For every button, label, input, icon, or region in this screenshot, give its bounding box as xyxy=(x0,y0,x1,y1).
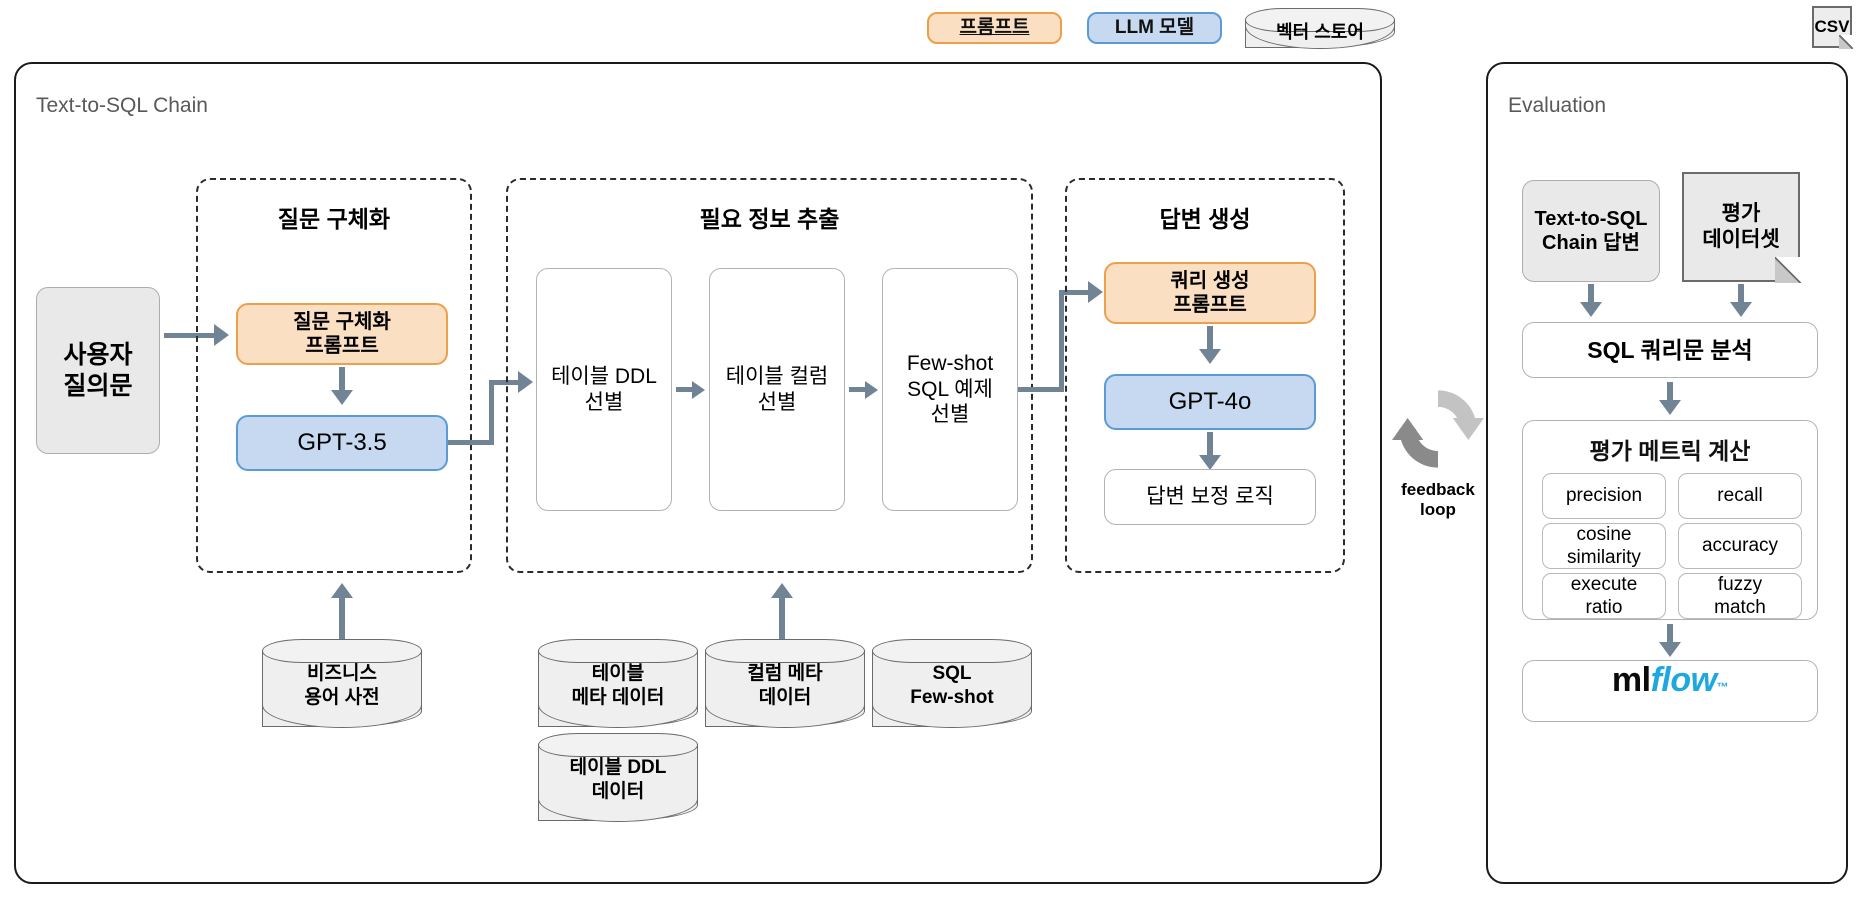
node-gpt-4o: GPT-4o xyxy=(1104,374,1316,430)
arrow-analysis-to-metrics-head xyxy=(1659,400,1681,415)
legend-prompt-chip: 프롬프트 xyxy=(927,12,1062,44)
metric-chip-fuzzy-match: fuzzy match xyxy=(1678,573,1802,619)
legend-vector-store-cylinder: 벡터 스토어 xyxy=(1245,8,1395,49)
node-fewshot-sql-selection-label: Few-shot SQL 예제 선별 xyxy=(906,352,994,427)
group-answer-generation-title: 답변 생성 xyxy=(1159,206,1251,232)
store-sql-fewshot: SQL Few-shot xyxy=(872,639,1032,728)
legend-vector-store-label: 벡터 스토어 xyxy=(1276,21,1364,42)
arrow-eval-dataset-to-analysis-head xyxy=(1730,302,1752,317)
node-query-generation-prompt-label: 쿼리 생성 프롬프트 xyxy=(1170,269,1250,316)
node-eval-dataset-label: 평가 데이터셋 xyxy=(1702,201,1780,251)
arrow-stores-to-group2-line xyxy=(779,595,785,639)
diagram-canvas: 프롬프트 LLM 모델 벡터 스토어 CSV Text-to-SQL Chain… xyxy=(0,0,1862,898)
node-query-generation-prompt: 쿼리 생성 프롬프트 xyxy=(1104,262,1316,324)
feedback-loop-label: feedback loop xyxy=(1401,480,1475,520)
group-question-refinement-title: 질문 구체화 xyxy=(277,206,391,232)
group-question-refinement xyxy=(196,178,472,573)
user-question-label: 사용자 질의문 xyxy=(63,341,133,400)
node-sql-query-analysis-label: SQL 쿼리문 분석 xyxy=(1587,336,1753,363)
node-answer-correction-logic-label: 답변 보정 로직 xyxy=(1146,485,1274,509)
connector-gpt35-to-ddl-h1 xyxy=(448,440,494,445)
node-chain-answer-label: Text-to-SQL Chain 답변 xyxy=(1534,207,1648,254)
store-column-metadata: 컬럼 메타 데이터 xyxy=(705,639,865,728)
node-answer-correction-logic: 답변 보정 로직 xyxy=(1104,469,1316,525)
metric-chip-accuracy: accuracy xyxy=(1678,523,1802,569)
store-table-ddl-data-label: 테이블 DDL 데이터 xyxy=(569,757,667,802)
node-table-ddl-selection-label: 테이블 DDL 선별 xyxy=(551,364,657,414)
legend-prompt-label: 프롬프트 xyxy=(959,17,1030,39)
store-sql-fewshot-label: SQL Few-shot xyxy=(910,663,994,708)
arrow-metrics-to-mlflow-head xyxy=(1659,642,1681,657)
node-eval-dataset: 평가 데이터셋 xyxy=(1682,172,1801,283)
store-business-glossary: 비즈니스 용어 사전 xyxy=(262,639,422,728)
group-info-extraction-title: 필요 정보 추출 xyxy=(699,206,840,232)
arrow-gpt4o-to-correction-head xyxy=(1199,455,1221,470)
store-column-metadata-label: 컬럼 메타 데이터 xyxy=(747,663,823,708)
feedback-loop-icon xyxy=(1392,390,1484,468)
node-gpt-4o-label: GPT-4o xyxy=(1168,388,1252,416)
node-question-refinement-prompt: 질문 구체화 프롬프트 xyxy=(236,303,448,365)
node-sql-query-analysis: SQL 쿼리문 분석 xyxy=(1522,322,1818,378)
legend-llm-label: LLM 모델 xyxy=(1114,17,1195,39)
store-table-metadata-label: 테이블 메타 데이터 xyxy=(571,663,665,708)
arrow-chain-answer-to-analysis-head xyxy=(1580,302,1602,317)
node-mlflow-logo: ml flow ™ xyxy=(1522,660,1818,722)
metric-chip-precision: precision xyxy=(1542,473,1666,519)
metric-chip-recall: recall xyxy=(1678,473,1802,519)
arrow-prompt-to-gpt35-head xyxy=(331,390,353,405)
store-business-glossary-label: 비즈니스 용어 사전 xyxy=(304,663,380,708)
store-table-metadata: 테이블 메타 데이터 xyxy=(538,639,698,728)
metric-chip-execute-ratio: execute ratio xyxy=(1542,573,1666,619)
text-to-sql-chain-title: Text-to-SQL Chain xyxy=(36,94,208,117)
evaluation-panel-title: Evaluation xyxy=(1508,94,1607,117)
arrow-business-glossary-to-group1-head xyxy=(331,583,353,598)
node-chain-answer: Text-to-SQL Chain 답변 xyxy=(1522,180,1660,282)
group-metric-calculation-title: 평가 메트릭 계산 xyxy=(1589,438,1751,464)
connector-fewshot-to-query-prompt-v xyxy=(1059,290,1064,392)
node-question-refinement-prompt-label: 질문 구체화 프롬프트 xyxy=(293,310,391,357)
arrow-stores-to-group2-head xyxy=(771,583,793,598)
arrow-query-prompt-to-gpt4o-head xyxy=(1199,349,1221,364)
metric-chip-cosine-similarity: cosine similarity xyxy=(1542,523,1666,569)
mlflow-trademark: ™ xyxy=(1716,680,1729,694)
node-table-column-selection: 테이블 컬럼 선별 xyxy=(709,268,845,511)
arrow-column-to-fewshot-head xyxy=(865,381,878,399)
mlflow-flow-text: flow xyxy=(1650,661,1717,699)
csv-label: CSV xyxy=(1814,17,1850,36)
csv-file-icon: CSV xyxy=(1812,6,1853,49)
user-question-node: 사용자 질의문 xyxy=(36,287,160,454)
node-gpt-3-5-label: GPT-3.5 xyxy=(297,429,387,457)
arrow-business-glossary-to-group1-line xyxy=(339,595,345,639)
connector-gpt35-to-ddl-v xyxy=(489,380,494,445)
arrow-ddl-to-column-head xyxy=(692,381,705,399)
mlflow-ml-text: ml xyxy=(1611,661,1651,699)
store-table-ddl-data: 테이블 DDL 데이터 xyxy=(538,733,698,822)
node-fewshot-sql-selection: Few-shot SQL 예제 선별 xyxy=(882,268,1018,511)
node-table-ddl-selection: 테이블 DDL 선별 xyxy=(536,268,672,511)
node-table-column-selection-label: 테이블 컬럼 선별 xyxy=(725,364,829,414)
node-gpt-3-5: GPT-3.5 xyxy=(236,415,448,471)
legend-llm-chip: LLM 모델 xyxy=(1087,12,1222,44)
connector-fewshot-to-query-prompt-h1 xyxy=(1018,387,1064,392)
